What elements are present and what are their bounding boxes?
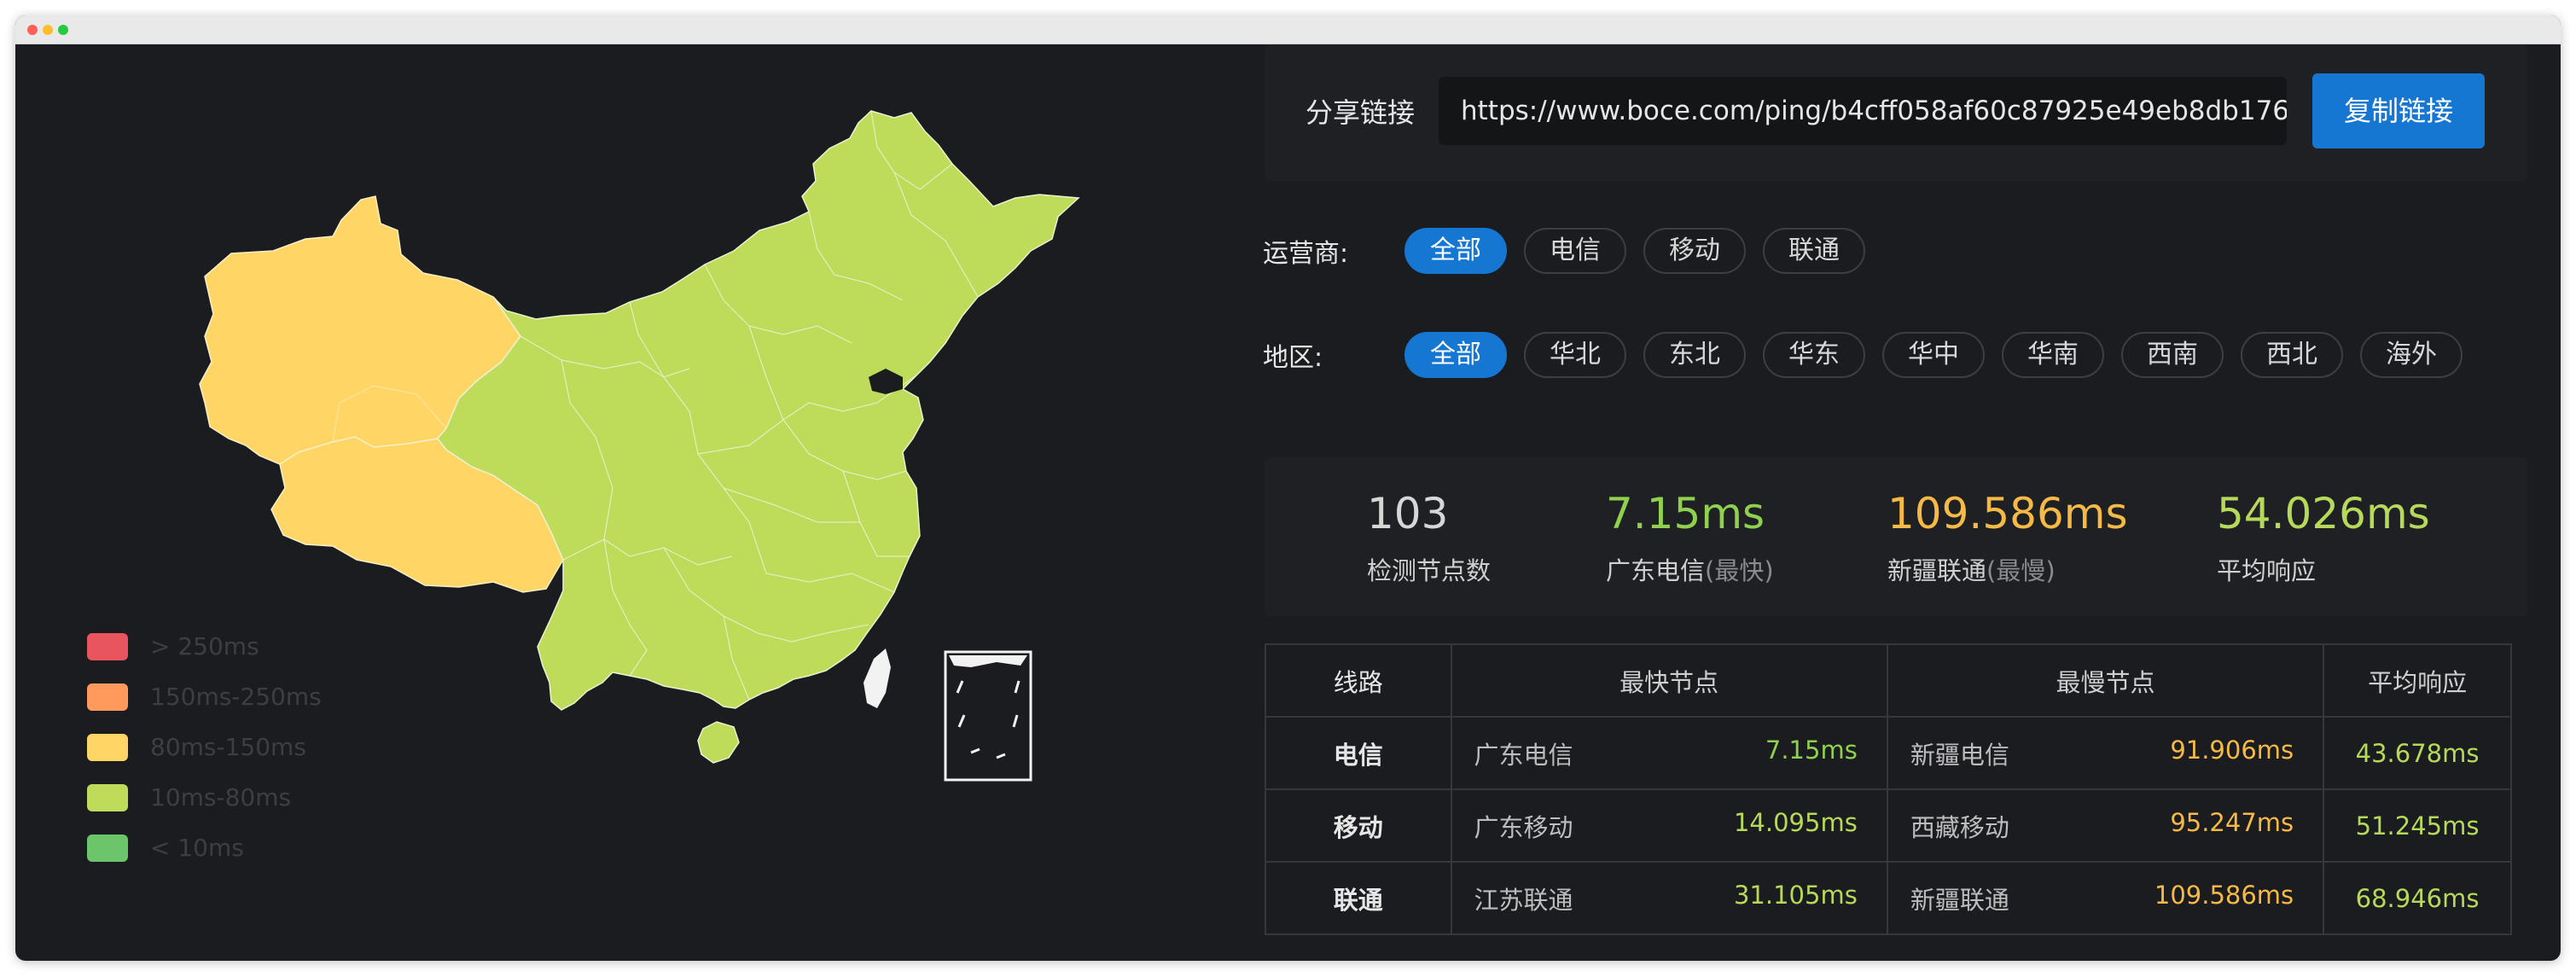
header-line: 线路 bbox=[1265, 643, 1452, 718]
map-region-mainland[interactable] bbox=[437, 110, 1080, 711]
slow-node-cell: 新疆电信 91.906ms bbox=[1886, 716, 2325, 790]
slowest-tag: (最慢) bbox=[1986, 556, 2056, 585]
stat-average: 54.026ms 平均响应 bbox=[2217, 488, 2430, 587]
legend-label: 150ms-250ms bbox=[150, 683, 322, 711]
row-line: 电信 bbox=[1265, 716, 1452, 790]
table-header-row: 线路 最快节点 最慢节点 平均响应 bbox=[1265, 643, 2512, 718]
legend-label: 80ms-150ms bbox=[150, 733, 306, 761]
fast-node-name: 江苏联通 bbox=[1474, 885, 1573, 915]
region-chip-overseas[interactable]: 海外 bbox=[2360, 332, 2463, 378]
stat-node-count: 103 检测节点数 bbox=[1367, 488, 1491, 587]
isp-chip-telecom[interactable]: 电信 bbox=[1524, 228, 1626, 274]
slowest-value: 109.586ms bbox=[1887, 489, 2128, 538]
row-average: 68.946ms bbox=[2323, 861, 2512, 935]
isp-filter-row: 运营商: 全部 电信 移动 联通 bbox=[1263, 227, 1882, 275]
isp-chip-all[interactable]: 全部 bbox=[1404, 228, 1507, 274]
slow-node-name: 新疆联通 bbox=[1910, 885, 2009, 915]
legend-label: < 10ms bbox=[150, 834, 244, 862]
share-link-bar: 分享链接 https://www.boce.com/ping/b4cff058a… bbox=[1265, 44, 2527, 181]
slowest-node-name: 新疆联通 bbox=[1887, 556, 1987, 585]
fast-node-time: 31.105ms bbox=[1733, 880, 1858, 910]
isp-results-table: 线路 最快节点 最慢节点 平均响应 电信 广东电信 7.15ms 新疆电信 91.9… bbox=[1265, 643, 2512, 935]
zoom-window-button[interactable] bbox=[58, 25, 68, 35]
close-window-button[interactable] bbox=[27, 25, 38, 35]
fastest-value: 7.15ms bbox=[1606, 489, 1765, 538]
share-url-field[interactable]: https://www.boce.com/ping/b4cff058af60c8… bbox=[1439, 77, 2287, 145]
legend-item[interactable]: 10ms-80ms bbox=[87, 772, 322, 823]
table-row: 移动 广东移动 14.095ms 西藏移动 95.247ms 51.245ms bbox=[1265, 788, 2512, 863]
header-fastest-node: 最快节点 bbox=[1450, 643, 1888, 718]
app-window: > 250ms 150ms-250ms 80ms-150ms 10ms-80ms… bbox=[15, 15, 2561, 961]
fast-node-time: 7.15ms bbox=[1765, 735, 1858, 765]
header-slowest-node: 最慢节点 bbox=[1886, 643, 2325, 718]
region-chip-east[interactable]: 华东 bbox=[1763, 332, 1865, 378]
summary-stats: 103 检测节点数 7.15ms 广东电信(最快) 109.586ms 新疆联通… bbox=[1265, 457, 2527, 616]
row-average: 51.245ms bbox=[2323, 788, 2512, 863]
region-filter-label: 地区: bbox=[1263, 343, 1323, 373]
stat-fastest: 7.15ms 广东电信(最快) bbox=[1606, 488, 1774, 587]
fast-node-time: 14.095ms bbox=[1733, 807, 1858, 837]
node-count-value: 103 bbox=[1367, 489, 1449, 538]
slow-node-time: 91.906ms bbox=[2170, 735, 2294, 765]
header-average: 平均响应 bbox=[2323, 643, 2512, 718]
fast-node-name: 广东电信 bbox=[1474, 740, 1573, 770]
fastest-node-name: 广东电信 bbox=[1606, 556, 1706, 585]
south-china-sea-inset bbox=[944, 650, 1032, 782]
fast-node-cell: 江苏联通 31.105ms bbox=[1450, 861, 1888, 935]
row-line: 移动 bbox=[1265, 788, 1452, 863]
legend-swatch bbox=[87, 783, 128, 811]
legend-swatch bbox=[87, 683, 128, 711]
region-chip-all[interactable]: 全部 bbox=[1404, 332, 1507, 378]
share-link-label: 分享链接 bbox=[1305, 96, 1416, 129]
slow-node-name: 西藏移动 bbox=[1910, 812, 2009, 842]
region-filter-row: 地区: 全部 华北 东北 华东 华中 华南 西南 西北 海外 bbox=[1263, 331, 2480, 379]
average-value: 54.026ms bbox=[2217, 489, 2430, 538]
node-count-label: 检测节点数 bbox=[1367, 556, 1492, 585]
average-label: 平均响应 bbox=[2217, 556, 2317, 585]
row-line: 联通 bbox=[1265, 861, 1452, 935]
legend-swatch bbox=[87, 632, 128, 660]
fastest-tag: (最快) bbox=[1705, 556, 1774, 585]
title-bar bbox=[15, 15, 2561, 44]
row-average: 43.678ms bbox=[2323, 716, 2512, 790]
legend-label: 10ms-80ms bbox=[150, 783, 292, 811]
isp-chip-mobile[interactable]: 移动 bbox=[1643, 228, 1746, 274]
latency-map-panel: > 250ms 150ms-250ms 80ms-150ms 10ms-80ms… bbox=[15, 44, 1244, 961]
fast-node-cell: 广东移动 14.095ms bbox=[1450, 788, 1888, 863]
slow-node-time: 109.586ms bbox=[2154, 880, 2294, 910]
slowest-label: 新疆联通(最慢) bbox=[1887, 551, 2128, 587]
fast-node-cell: 广东电信 7.15ms bbox=[1450, 716, 1888, 790]
region-chip-northwest[interactable]: 西北 bbox=[2241, 332, 2343, 378]
copy-link-button[interactable]: 复制链接 bbox=[2312, 73, 2485, 148]
table-row: 电信 广东电信 7.15ms 新疆电信 91.906ms 43.678ms bbox=[1265, 716, 2512, 790]
map-region-hainan[interactable] bbox=[697, 721, 740, 764]
slow-node-cell: 新疆联通 109.586ms bbox=[1886, 861, 2325, 935]
fast-node-name: 广东移动 bbox=[1474, 812, 1573, 842]
slow-node-cell: 西藏移动 95.247ms bbox=[1886, 788, 2325, 863]
region-chip-south[interactable]: 华南 bbox=[2002, 332, 2104, 378]
legend-label: > 250ms bbox=[150, 632, 259, 660]
legend-item[interactable]: > 250ms bbox=[87, 621, 322, 672]
slow-node-time: 95.247ms bbox=[2170, 807, 2294, 837]
legend-swatch bbox=[87, 834, 128, 862]
legend-item[interactable]: 80ms-150ms bbox=[87, 722, 322, 772]
region-chip-southwest[interactable]: 西南 bbox=[2121, 332, 2224, 378]
legend-swatch bbox=[87, 733, 128, 761]
minimize-window-button[interactable] bbox=[43, 25, 53, 35]
stat-slowest: 109.586ms 新疆联通(最慢) bbox=[1887, 488, 2128, 587]
map-region-taiwan[interactable] bbox=[864, 648, 891, 708]
legend-item[interactable]: 150ms-250ms bbox=[87, 672, 322, 722]
region-chip-central[interactable]: 华中 bbox=[1882, 332, 1985, 378]
fastest-label: 广东电信(最快) bbox=[1606, 551, 1774, 587]
isp-chip-unicom[interactable]: 联通 bbox=[1763, 228, 1865, 274]
table-row: 联通 江苏联通 31.105ms 新疆联通 109.586ms 68.946ms bbox=[1265, 861, 2512, 935]
region-chip-northeast[interactable]: 东北 bbox=[1643, 332, 1746, 378]
slow-node-name: 新疆电信 bbox=[1910, 740, 2009, 770]
region-chip-north[interactable]: 华北 bbox=[1524, 332, 1626, 378]
legend-item[interactable]: < 10ms bbox=[87, 823, 322, 873]
latency-legend: > 250ms 150ms-250ms 80ms-150ms 10ms-80ms… bbox=[87, 621, 322, 873]
isp-filter-label: 运营商: bbox=[1263, 239, 1349, 269]
